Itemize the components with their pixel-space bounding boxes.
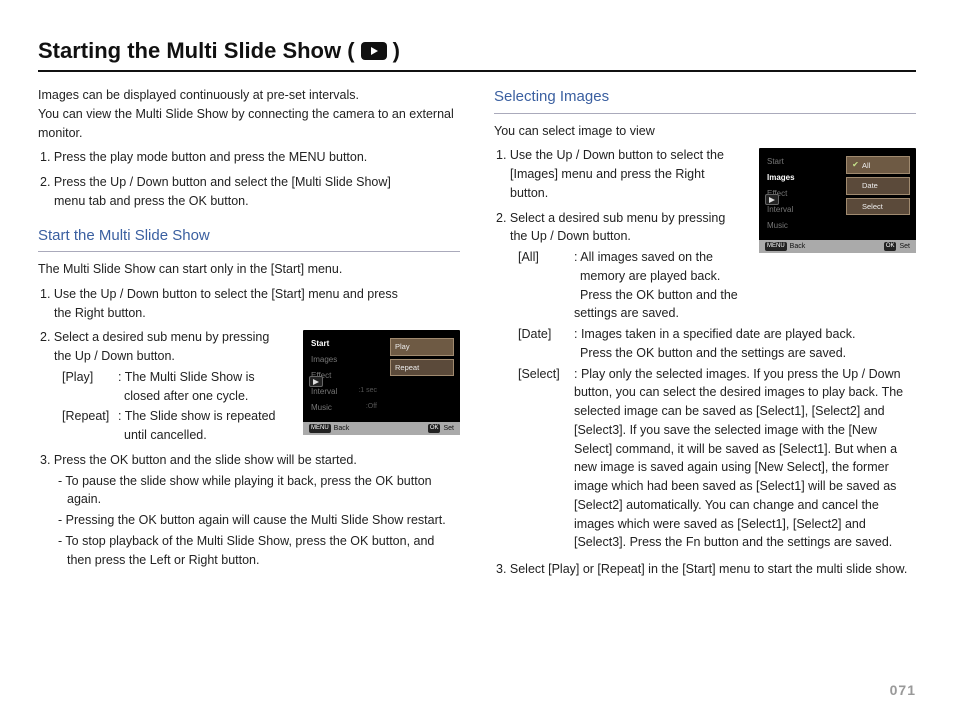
sub1-step2: Start Images Effect Interval:1 sec Music… <box>40 328 460 445</box>
sub2-step3: 3. Select [Play] or [Repeat] in the [Sta… <box>496 560 916 579</box>
lcd2-set: OKSet <box>884 242 910 253</box>
sub1-step1: 1. Use the Up / Down button to select th… <box>40 285 460 323</box>
lcd1-menu-start: Start <box>309 336 379 352</box>
opt-repeat-text: : The Slide show is repeated until cance… <box>118 407 293 445</box>
lcd2-option-all: ✔All <box>846 156 910 174</box>
sub1-step3: 3. Press the OK button and the slide sho… <box>40 451 460 570</box>
subheading-selecting-rule <box>494 113 916 114</box>
sub1-bullet3: To stop playback of the Multi Slide Show… <box>58 532 460 570</box>
subheading-selecting: Selecting Images <box>494 86 916 109</box>
sub1-intro: The Multi Slide Show can start only in t… <box>38 260 460 279</box>
opt-select-text: : Play only the selected images. If you … <box>574 365 916 553</box>
opt-play-text: : The Multi Slide Show is closed after o… <box>118 368 293 406</box>
lcd-screenshot-images: Start Images Effect Interval Music ✔All … <box>759 148 916 253</box>
page-title: Starting the Multi Slide Show ( ) <box>38 38 916 64</box>
right-column: Selecting Images You can select image to… <box>494 86 916 585</box>
subheading-start: Start the Multi Slide Show <box>38 225 460 248</box>
slideshow-icon <box>361 42 387 60</box>
lcd1-option-repeat: Repeat <box>390 359 454 376</box>
opt-date-text: : Images taken in a specified date are p… <box>574 325 916 363</box>
opt-repeat-label: [Repeat] <box>62 407 118 445</box>
opt-date-label: [Date] <box>518 325 574 363</box>
lcd2-menu-start: Start <box>765 154 835 170</box>
page-number: 071 <box>890 682 916 698</box>
play-mode-icon <box>765 194 779 205</box>
play-mode-icon <box>309 376 323 387</box>
lcd-screenshot-start: Start Images Effect Interval:1 sec Music… <box>303 330 460 435</box>
lcd1-option-play: Play <box>390 338 454 355</box>
subheading-start-rule <box>38 251 460 252</box>
title-text-right: ) <box>393 38 400 64</box>
lcd2-option-select: Select <box>846 198 910 215</box>
lcd1-back: MENUBack <box>309 424 349 435</box>
title-rule <box>38 70 916 72</box>
intro-line-1: Images can be displayed continuously at … <box>38 86 460 105</box>
opt-all-text: : All images saved on the memory are pla… <box>574 248 749 323</box>
opt-select-label: [Select] <box>518 365 574 553</box>
lcd1-set: OKSet <box>428 424 454 435</box>
sub1-bullet1: To pause the slide show while playing it… <box>58 472 460 510</box>
left-column: Images can be displayed continuously at … <box>38 86 460 585</box>
lcd1-menu-music: Music:Off <box>309 400 379 416</box>
lcd2-menu-images: Images <box>765 170 835 186</box>
lcd1-menu-images: Images <box>309 352 379 368</box>
sub2-intro: You can select image to view <box>494 122 916 141</box>
lcd2-menu-music: Music <box>765 218 835 234</box>
opt-all-label: [All] <box>518 248 574 323</box>
intro-step-1: 1. Press the play mode button and press … <box>40 148 460 167</box>
intro-line-2: You can view the Multi Slide Show by con… <box>38 105 460 143</box>
check-icon: ✔ <box>851 159 860 171</box>
sub2-step1: Start Images Effect Interval Music ✔All … <box>496 146 916 202</box>
title-text-left: Starting the Multi Slide Show ( <box>38 38 355 64</box>
sub2-step2: 2. Select a desired sub menu by pressing… <box>496 209 916 553</box>
opt-play-label: [Play] <box>62 368 118 406</box>
sub1-bullet2: Pressing the OK button again will cause … <box>58 511 460 530</box>
lcd2-option-date: Date <box>846 177 910 194</box>
lcd2-back: MENUBack <box>765 242 805 253</box>
intro-step-2: 2. Press the Up / Down button and select… <box>40 173 460 211</box>
